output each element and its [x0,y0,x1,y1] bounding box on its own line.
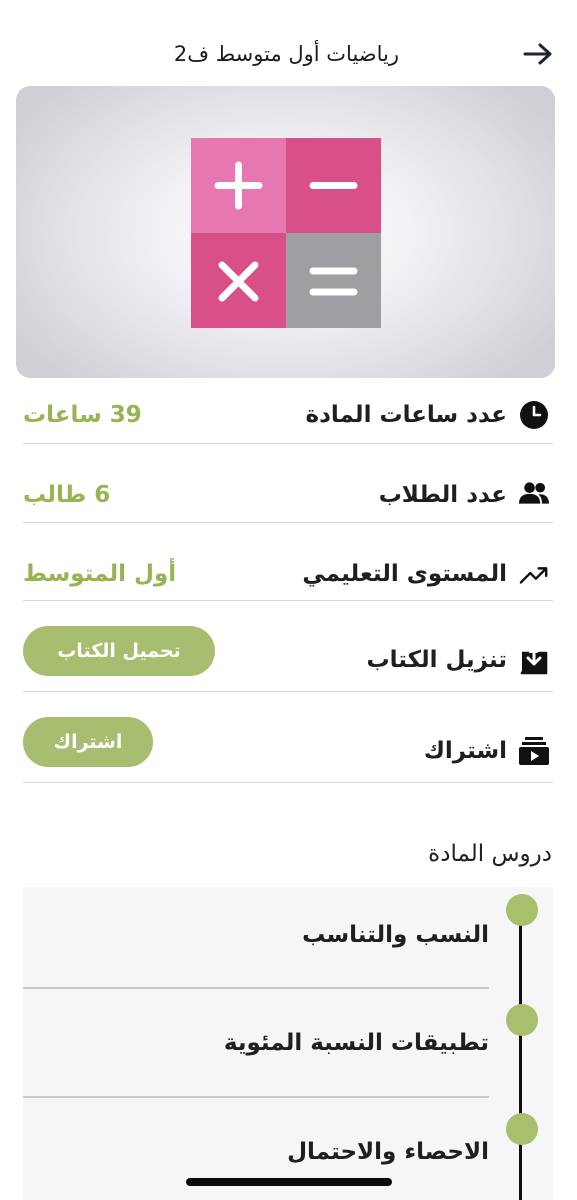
lesson-item[interactable]: تطبيقات النسبة المئوية [224,1030,489,1056]
lesson-divider [23,1096,489,1098]
download-book-button[interactable]: تحميل الكتاب [23,626,215,676]
hours-label: عدد ساعات المادة [305,402,508,428]
timeline-line [519,910,522,1200]
level-label: المستوى التعليمي [302,561,507,587]
subscription-icon [519,736,549,766]
timeline-dot [506,1004,538,1036]
timeline-dot [506,894,538,926]
students-value: 6 طالب [23,482,111,508]
back-button[interactable] [518,38,558,70]
level-value: أول المتوسط [23,561,177,587]
users-icon [519,478,549,508]
lessons-title: دروس المادة [428,841,552,867]
lesson-item[interactable]: الاحصاء والاحتمال [287,1139,489,1165]
students-label: عدد الطلاب [378,482,507,508]
trending-up-icon [519,559,549,589]
lesson-divider [23,987,489,989]
info-row-students: عدد الطلاب 6 طالب [23,444,553,523]
download-box-icon [519,645,549,675]
home-indicator [186,1178,392,1186]
calculator-icon [191,138,381,328]
hours-value: 39 ساعات [23,402,142,428]
download-label: تنزيل الكتاب [366,647,507,673]
subscribe-label: اشتراك [423,738,507,764]
info-row-level: المستوى التعليمي أول المتوسط [23,523,553,601]
info-row-hours: عدد ساعات المادة 39 ساعات [23,392,553,444]
course-image [16,86,555,378]
timeline-dot [506,1113,538,1145]
info-row-subscribe: اشتراك اشتراك [23,692,553,783]
subscribe-button[interactable]: اشتراك [23,717,153,767]
page-title: رياضيات أول متوسط ف2 [173,42,399,66]
clock-icon [519,400,549,430]
lesson-item[interactable]: النسب والتناسب [302,922,489,948]
arrow-right-icon [523,43,552,65]
info-row-download: تنزيل الكتاب تحميل الكتاب [23,601,553,692]
header: رياضيات أول متوسط ف2 [0,22,577,86]
